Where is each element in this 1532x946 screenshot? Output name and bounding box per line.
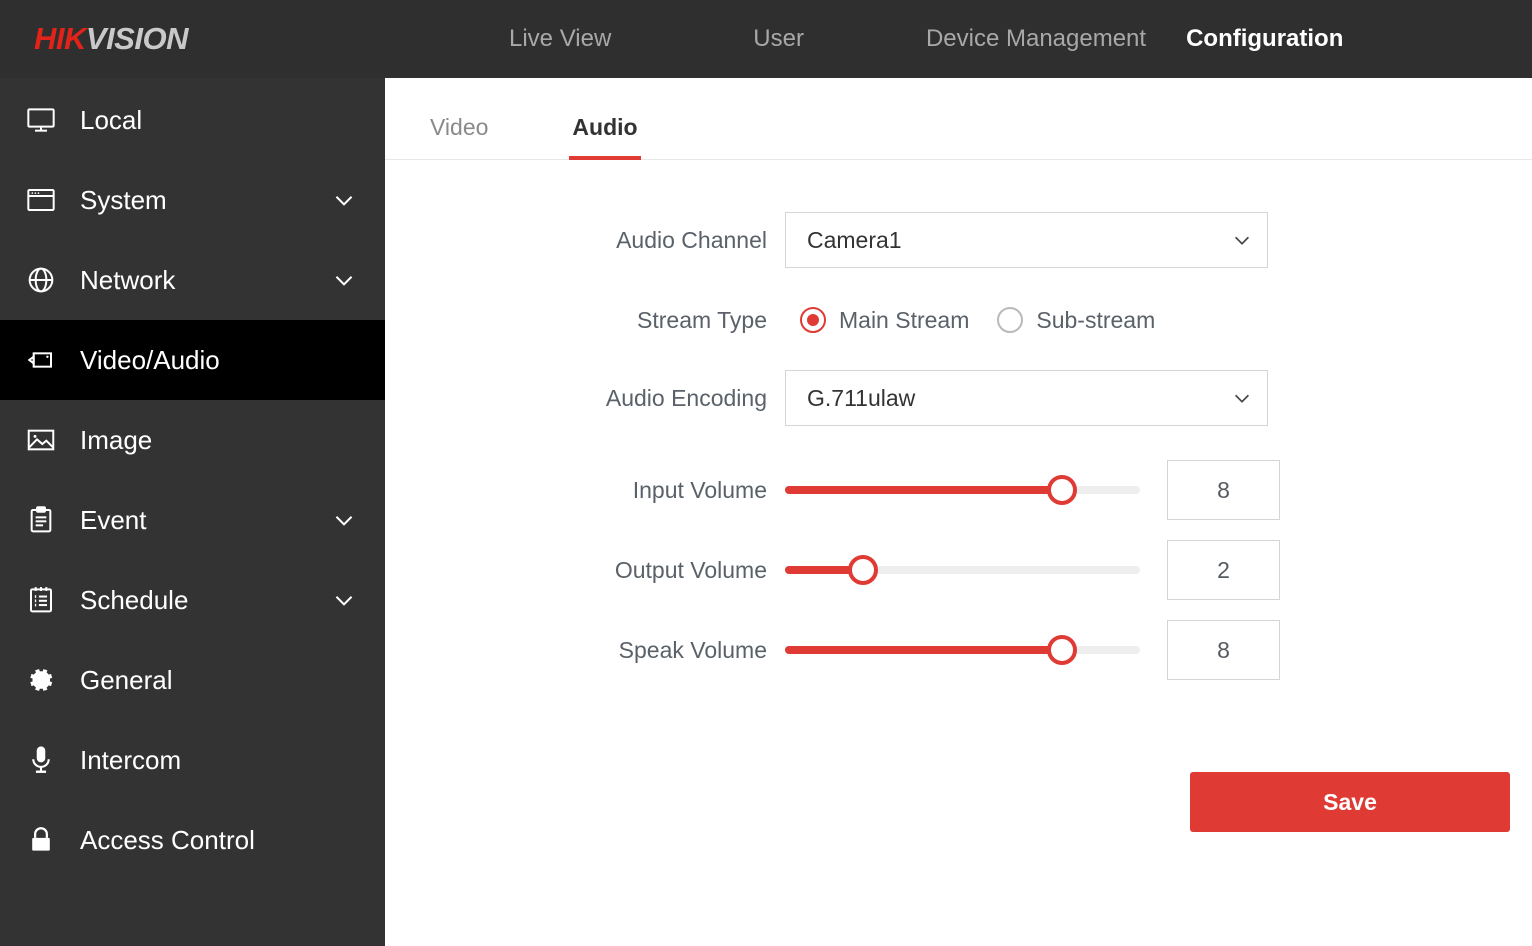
app-header: HIKVISION Live View User Device Manageme… [0,0,1532,78]
output-volume-slider[interactable] [785,530,1145,610]
topnav-item-configuration[interactable]: Configuration [1186,25,1343,53]
field-input-volume: Input Volume 8 [385,450,1532,530]
audio-encoding-select[interactable]: G.711ulaw [785,370,1268,426]
sidebar-label: Event [80,505,147,536]
topnav-item-user[interactable]: User [753,25,804,53]
sidebar-item-event[interactable]: Event [0,480,385,560]
chevron-down-icon [1231,229,1253,251]
sidebar-item-intercom[interactable]: Intercom [0,720,385,800]
sidebar-item-image[interactable]: Image [0,400,385,480]
input-volume-slider[interactable] [785,450,1145,530]
sidebar-label: Local [80,105,142,136]
sidebar-item-general[interactable]: General [0,640,385,720]
chevron-down-icon [1231,387,1253,409]
calendar-list-icon [24,583,58,617]
sidebar-label: Image [80,425,152,456]
save-row: Save [385,690,1532,832]
globe-icon [24,263,58,297]
audio-channel-select[interactable]: Camera1 [785,212,1268,268]
radio-main-stream-label: Main Stream [839,307,969,334]
output-volume-value[interactable]: 2 [1167,540,1280,600]
sidebar-label: System [80,185,167,216]
sidebar-label: General [80,665,173,696]
window-icon [24,183,58,217]
input-volume-label: Input Volume [385,477,785,504]
tab-bar: Video Audio [385,78,1532,160]
field-stream-type: Stream Type Main Stream Sub-stream [385,292,1532,348]
save-button[interactable]: Save [1190,772,1510,832]
sidebar-item-system[interactable]: System [0,160,385,240]
slider-thumb[interactable] [1047,475,1077,505]
audio-channel-value: Camera1 [807,227,1231,254]
speak-volume-label: Speak Volume [385,637,785,664]
chevron-down-icon[interactable] [331,187,357,213]
radio-mark-icon [800,307,826,333]
sidebar-label: Access Control [80,825,255,856]
tab-audio[interactable]: Audio [572,114,637,159]
hikvision-logo: HIKVISION [0,21,385,57]
slider-thumb[interactable] [1047,635,1077,665]
field-output-volume: Output Volume 2 [385,530,1532,610]
input-volume-value[interactable]: 8 [1167,460,1280,520]
field-speak-volume: Speak Volume 8 [385,610,1532,690]
sidebar-label: Intercom [80,745,181,776]
sidebar-item-schedule[interactable]: Schedule [0,560,385,640]
audio-settings-form: Audio Channel Camera1 Stream Type [385,160,1532,832]
slider-fill [785,646,1062,654]
app-body: Local System [0,78,1532,946]
speak-volume-slider[interactable] [785,610,1145,690]
topnav-item-live-view[interactable]: Live View [509,25,611,53]
speak-volume-value[interactable]: 8 [1167,620,1280,680]
lock-icon [24,823,58,857]
radio-main-stream[interactable]: Main Stream [800,307,969,334]
sidebar-label: Network [80,265,175,296]
output-volume-label: Output Volume [385,557,785,584]
audio-channel-label: Audio Channel [385,227,785,254]
radio-sub-stream-label: Sub-stream [1036,307,1155,334]
stream-type-label: Stream Type [385,307,785,334]
radio-mark-icon [997,307,1023,333]
sidebar-item-access-control[interactable]: Access Control [0,800,385,880]
logo-hik-text: HIK [34,21,86,56]
slider-fill [785,486,1062,494]
gear-icon [24,663,58,697]
slider-thumb[interactable] [848,555,878,585]
sidebar-item-network[interactable]: Network [0,240,385,320]
chevron-down-icon[interactable] [331,507,357,533]
audio-encoding-label: Audio Encoding [385,385,785,412]
camcorder-icon [24,343,58,377]
clipboard-icon [24,503,58,537]
slider-track[interactable] [785,486,1140,494]
stream-type-radio-group: Main Stream Sub-stream [785,307,1183,334]
sidebar-item-video-audio[interactable]: Video/Audio [0,320,385,400]
radio-sub-stream[interactable]: Sub-stream [997,307,1155,334]
sidebar-label: Video/Audio [80,345,220,376]
field-audio-encoding: Audio Encoding G.711ulaw [385,370,1532,426]
hikvision-web-app: HIKVISION Live View User Device Manageme… [0,0,1532,946]
sidebar-label: Schedule [80,585,188,616]
sidebar-navigation: Local System [0,78,385,946]
slider-track[interactable] [785,646,1140,654]
tab-video[interactable]: Video [430,114,488,159]
top-navigation: Live View User Device Management Configu… [385,0,1532,78]
chevron-down-icon[interactable] [331,587,357,613]
content-area: Video Audio Audio Channel Camera1 S [385,78,1532,946]
sidebar-item-local[interactable]: Local [0,80,385,160]
monitor-icon [24,103,58,137]
slider-track[interactable] [785,566,1140,574]
topnav-item-device-management[interactable]: Device Management [926,25,1146,53]
logo-vision-text: VISION [86,21,188,56]
chevron-down-icon[interactable] [331,267,357,293]
field-audio-channel: Audio Channel Camera1 [385,212,1532,268]
picture-icon [24,423,58,457]
microphone-icon [24,743,58,777]
audio-encoding-value: G.711ulaw [807,385,1231,412]
